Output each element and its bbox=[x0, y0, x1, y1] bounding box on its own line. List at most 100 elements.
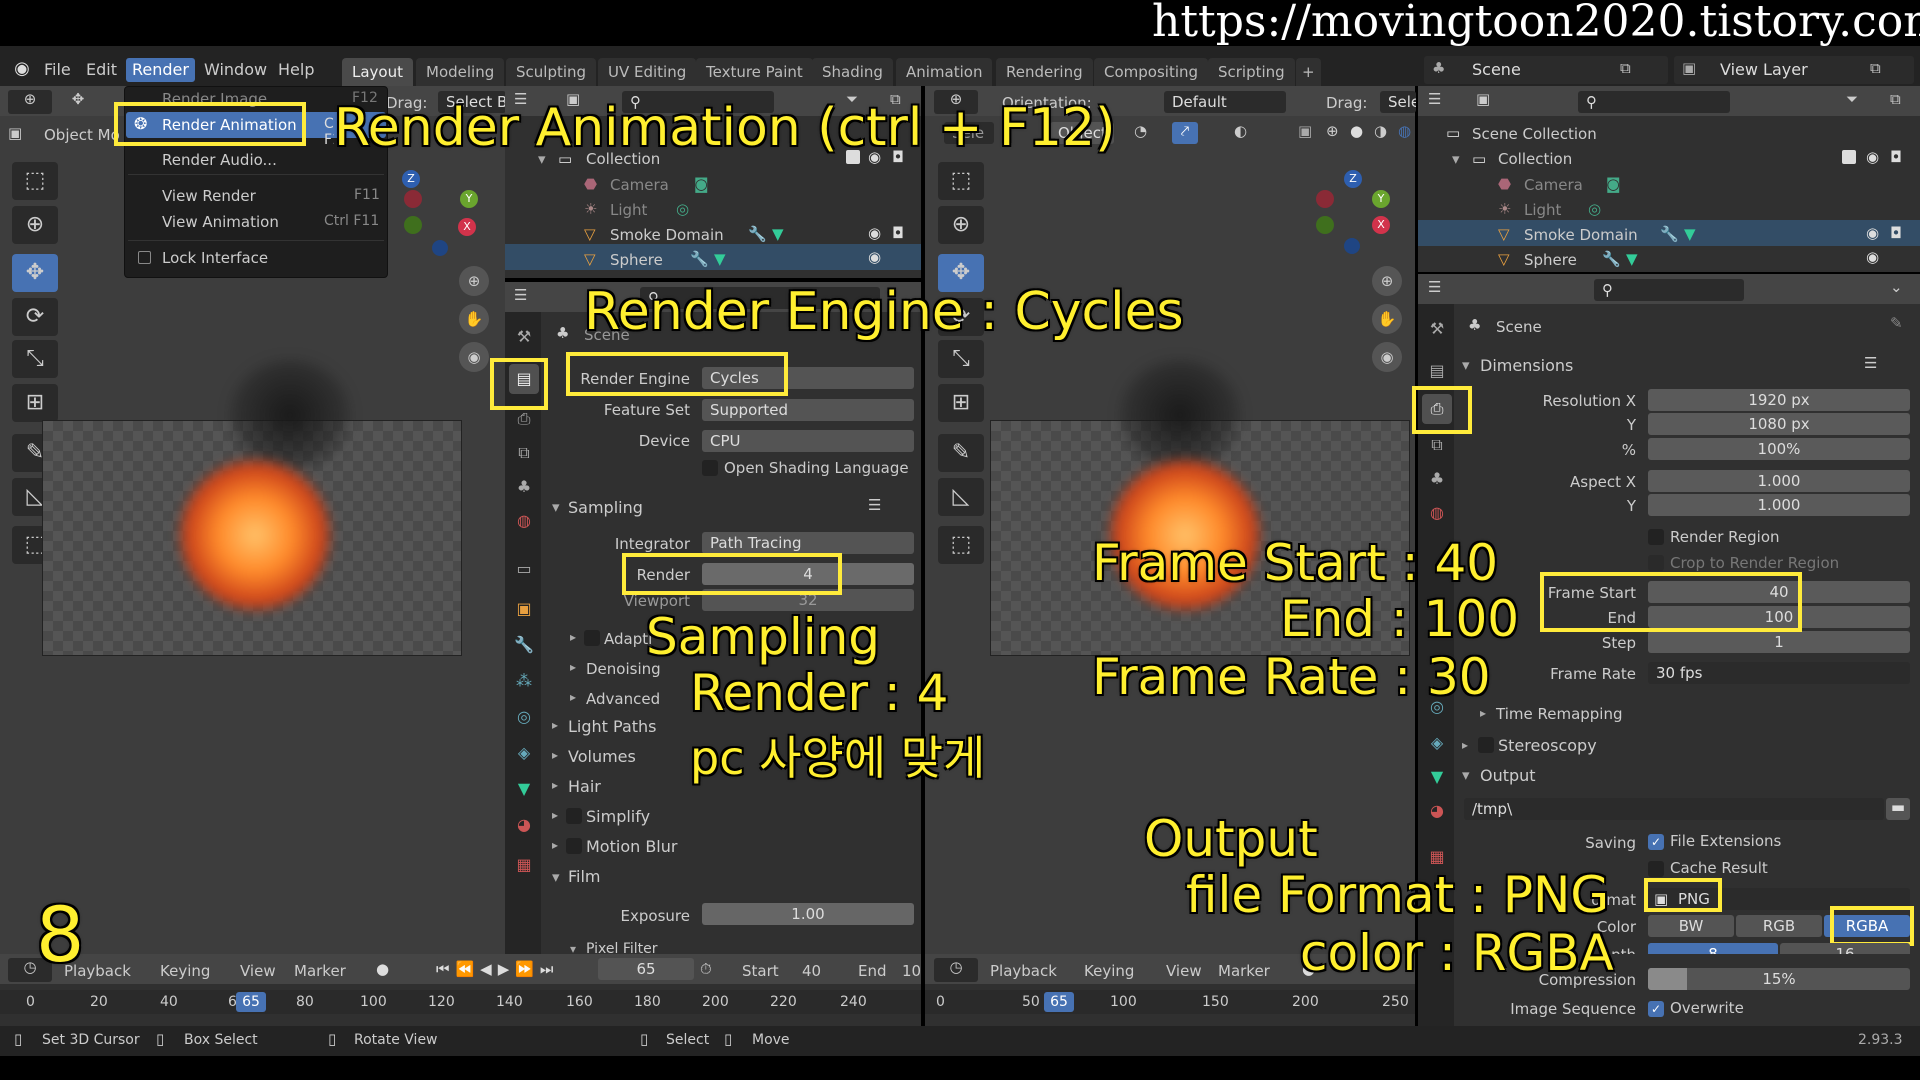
film-section[interactable]: Film bbox=[568, 867, 601, 886]
render-camera-icon[interactable]: ◘ bbox=[892, 224, 904, 242]
outliner-search-input[interactable]: ⚲ bbox=[1578, 91, 1730, 113]
exposure-field[interactable]: 1.00 bbox=[702, 903, 914, 925]
view-layer-tab-icon[interactable]: ⧉ bbox=[509, 438, 539, 468]
integrator-dropdown[interactable]: Path Tracing bbox=[702, 532, 914, 554]
resolution-pct-field[interactable]: 100% bbox=[1648, 438, 1910, 460]
material-shading-icon[interactable]: ◑ bbox=[1374, 122, 1387, 140]
outliner-editor-icon[interactable]: ☰ bbox=[1428, 90, 1441, 108]
adaptive-checkbox[interactable] bbox=[584, 630, 600, 646]
tab-uv-editing[interactable]: UV Editing bbox=[598, 58, 697, 86]
presets-list-icon[interactable]: ☰ bbox=[868, 496, 881, 514]
compression-slider[interactable]: 15% bbox=[1648, 968, 1910, 990]
gizmo-neg-y-icon[interactable] bbox=[404, 216, 422, 234]
outliner-row-camera[interactable]: Camera bbox=[1524, 176, 1583, 194]
tab-shading[interactable]: Shading bbox=[812, 58, 893, 86]
simplify-expand-icon[interactable]: ▸ bbox=[552, 808, 558, 822]
tab-layout[interactable]: Layout bbox=[342, 58, 413, 86]
outliner-row-collection[interactable]: Collection bbox=[1498, 150, 1572, 168]
file-extensions-checkbox[interactable]: ✓ bbox=[1648, 834, 1664, 850]
stereoscopy-expand-icon[interactable]: ▸ bbox=[1462, 738, 1468, 752]
add-cube-tool-icon[interactable]: ⬚ bbox=[938, 526, 984, 564]
outliner-row-smoke-domain[interactable]: Smoke Domain bbox=[610, 226, 724, 244]
timeline-marker-menu[interactable]: Marker bbox=[294, 962, 346, 980]
cache-result-checkbox[interactable] bbox=[1648, 861, 1664, 877]
visibility-eye-icon[interactable]: ◉ bbox=[1866, 248, 1879, 266]
tab-compositing[interactable]: Compositing bbox=[1094, 58, 1209, 86]
crop-region-checkbox[interactable] bbox=[1648, 555, 1664, 571]
outliner-row-camera[interactable]: Camera bbox=[610, 176, 669, 194]
gizmo-neg-y-icon[interactable] bbox=[1316, 216, 1334, 234]
pan-hand-icon[interactable]: ✋ bbox=[459, 304, 489, 334]
menu-file[interactable]: File bbox=[38, 58, 77, 82]
time-remapping-section[interactable]: Time Remapping bbox=[1496, 705, 1623, 723]
zoom-icon[interactable]: ⊕ bbox=[459, 266, 489, 296]
film-expand-icon[interactable]: ▾ bbox=[552, 868, 560, 886]
rotate-tool-icon[interactable]: ⟳ bbox=[12, 298, 58, 336]
visibility-eye-icon[interactable]: ◉ bbox=[868, 224, 881, 242]
time-remapping-expand-icon[interactable]: ▸ bbox=[1480, 706, 1486, 720]
presets-list-icon[interactable]: ☰ bbox=[1864, 354, 1877, 372]
material-tab-icon[interactable]: ◕ bbox=[1422, 796, 1452, 826]
aspect-y-field[interactable]: 1.000 bbox=[1648, 494, 1910, 516]
outliner-row-light[interactable]: Light bbox=[1524, 201, 1561, 219]
properties-editor-icon[interactable]: ☰ bbox=[514, 286, 527, 304]
properties-editor-icon[interactable]: ☰ bbox=[1428, 278, 1441, 296]
gizmo-x-icon[interactable]: X bbox=[458, 218, 476, 236]
gizmo-x-icon[interactable]: X bbox=[1372, 216, 1390, 234]
end-field[interactable]: 100 bbox=[902, 962, 921, 980]
camera-view-icon[interactable]: ◉ bbox=[459, 342, 489, 372]
motion-blur-section[interactable]: Motion Blur bbox=[586, 837, 677, 856]
timeline-view-menu[interactable]: View bbox=[240, 962, 276, 980]
motion-blur-expand-icon[interactable]: ▸ bbox=[552, 838, 558, 852]
collection-checkbox[interactable] bbox=[1842, 150, 1856, 164]
osl-checkbox[interactable] bbox=[702, 460, 718, 476]
hair-expand-icon[interactable]: ▸ bbox=[552, 778, 558, 792]
orientation-dropdown[interactable]: Default bbox=[1164, 91, 1286, 113]
collection-tab-icon[interactable]: ▭ bbox=[509, 554, 539, 584]
xray-icon[interactable]: ▣ bbox=[1298, 122, 1312, 140]
stopwatch-icon[interactable]: ⏱ bbox=[700, 960, 712, 978]
sampling-expand-icon[interactable]: ▾ bbox=[552, 498, 560, 516]
select-tool-icon[interactable]: ⬚ bbox=[12, 162, 58, 200]
volumes-section[interactable]: Volumes bbox=[568, 747, 636, 766]
constraints-tab-icon[interactable]: ◈ bbox=[509, 738, 539, 768]
gizmo-neg-x-icon[interactable] bbox=[404, 190, 422, 208]
timeline-ruler[interactable] bbox=[925, 990, 1415, 1014]
select-tool-icon[interactable]: ⬚ bbox=[938, 162, 984, 200]
gizmo-toggle-icon[interactable]: ⤤ bbox=[1172, 122, 1198, 144]
stereoscopy-section[interactable]: Stereoscopy bbox=[1498, 736, 1597, 755]
dimensions-section[interactable]: Dimensions bbox=[1480, 356, 1573, 375]
timeline-editor-icon[interactable]: ◷ bbox=[934, 958, 978, 982]
current-frame-field[interactable]: 65 bbox=[598, 958, 694, 980]
timeline-marker-menu[interactable]: Marker bbox=[1218, 962, 1270, 980]
advanced-expand-icon[interactable]: ▸ bbox=[570, 690, 576, 704]
timeline-keying-menu[interactable]: Keying bbox=[1084, 962, 1134, 980]
resolution-y-field[interactable]: 1080 px bbox=[1648, 413, 1910, 435]
transform-icon[interactable]: ✥ bbox=[60, 90, 96, 114]
new-collection-icon[interactable]: ⧉ bbox=[1890, 90, 1901, 108]
gizmo-y-icon[interactable]: Y bbox=[460, 190, 478, 208]
gizmo-y-icon[interactable]: Y bbox=[1372, 190, 1390, 208]
timeline-playback-menu[interactable]: Playback bbox=[990, 962, 1057, 980]
transform-tool-icon[interactable]: ⊞ bbox=[938, 384, 984, 422]
modifier-tab-icon[interactable]: 🔧 bbox=[509, 630, 539, 660]
constraints-tab-icon[interactable]: ◈ bbox=[1422, 728, 1452, 758]
object-tab-icon[interactable]: ▣ bbox=[509, 594, 539, 624]
tool-tab-icon[interactable]: ⚒ bbox=[1422, 314, 1452, 344]
scale-tool-icon[interactable]: ⤡ bbox=[938, 340, 984, 378]
menu-window[interactable]: Window bbox=[198, 58, 273, 82]
sampling-section[interactable]: Sampling bbox=[568, 498, 643, 517]
new-view-layer-icon[interactable]: ⧉ bbox=[1870, 59, 1881, 77]
dimensions-expand-icon[interactable]: ▾ bbox=[1462, 356, 1470, 374]
color-rgb-button[interactable]: RGB bbox=[1736, 915, 1822, 937]
select-box-dropdown[interactable]: Selec bbox=[1380, 91, 1416, 113]
aspect-x-field[interactable]: 1.000 bbox=[1648, 470, 1910, 492]
hair-section[interactable]: Hair bbox=[568, 777, 601, 796]
data-tab-icon[interactable]: ▼ bbox=[1422, 762, 1452, 792]
solid-shading-icon[interactable]: ● bbox=[1350, 122, 1363, 140]
cursor-tool-icon[interactable]: ⊕ bbox=[938, 206, 984, 244]
gizmo-neg-x-icon[interactable] bbox=[1316, 190, 1334, 208]
output-section[interactable]: Output bbox=[1480, 766, 1536, 785]
motion-blur-checkbox[interactable] bbox=[566, 838, 582, 854]
options-chevron-down-icon[interactable]: ⌄ bbox=[1890, 278, 1903, 296]
